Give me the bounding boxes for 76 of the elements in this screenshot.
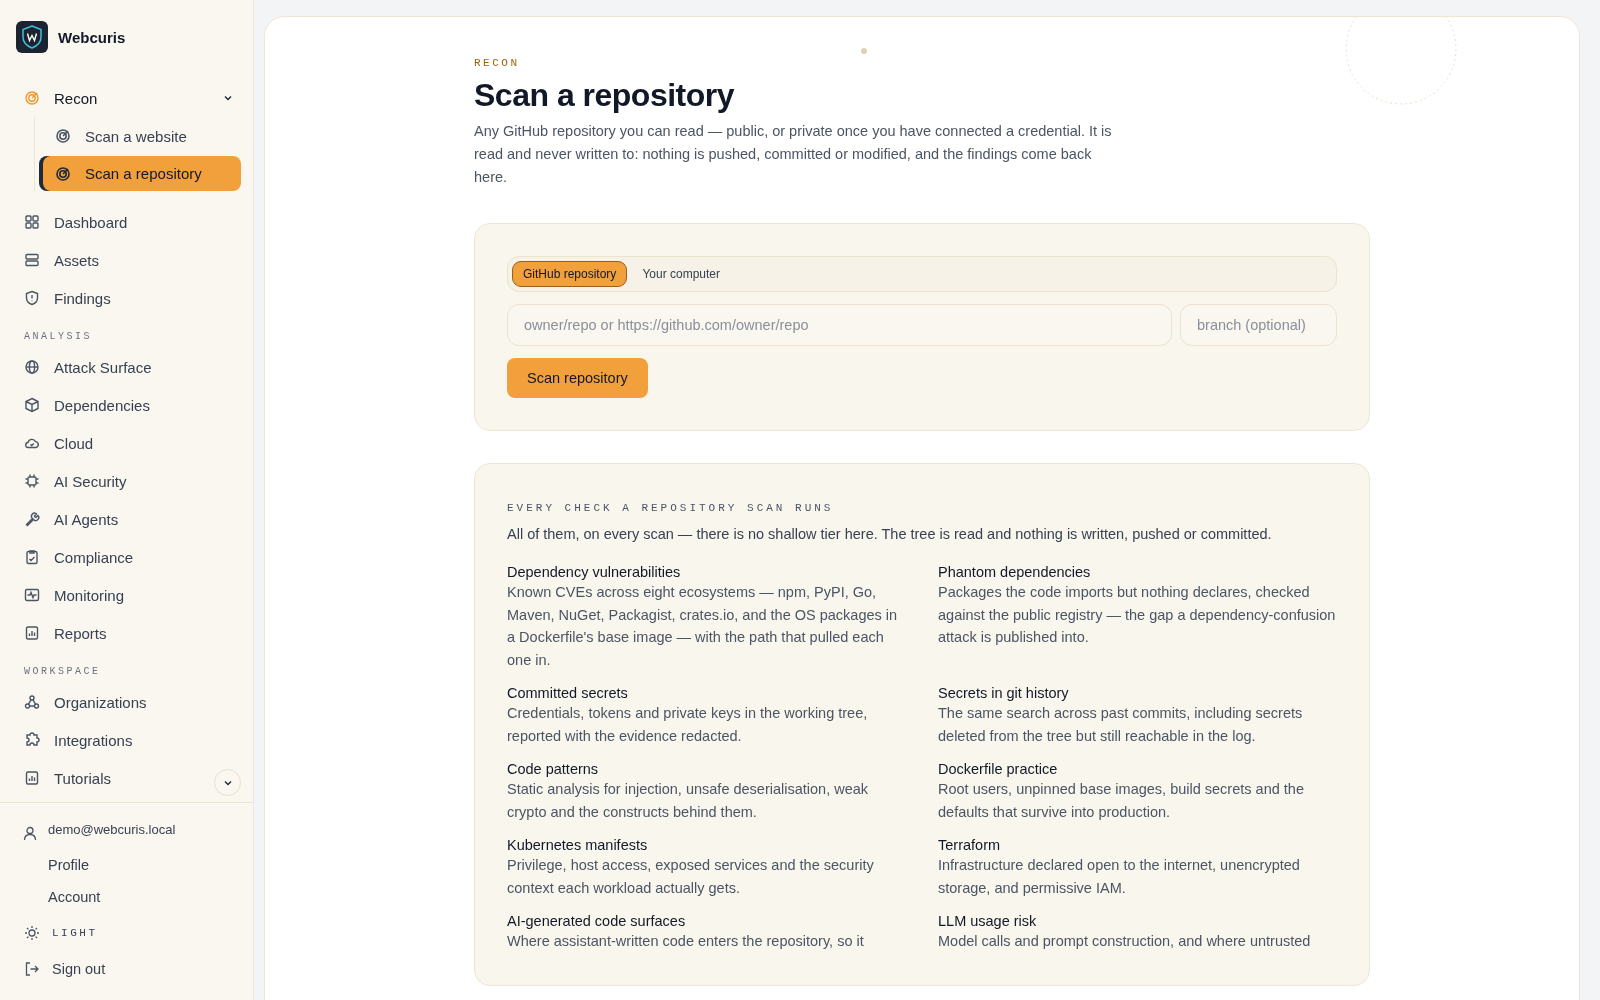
nav-item[interactable]: Cloud <box>0 424 253 462</box>
check-description: Where assistant-written code enters the repository, so it <box>507 932 865 951</box>
sun-icon <box>24 925 40 941</box>
scroll-down-button[interactable] <box>214 769 241 796</box>
section-heading: WORKSPACE <box>23 665 102 679</box>
nav-item[interactable]: Tutorials <box>0 759 253 797</box>
check-description: Root users, unpinned base images, build secrets and the defaults that survive into production. <box>938 780 1305 822</box>
check-title: Dependency vulnerabilities <box>507 564 682 580</box>
check-description: Packages the code imports but nothing declares, checked against the public registry — the gap a dependency-confusion attack is published into. <box>938 583 1337 647</box>
user-icon <box>22 825 38 841</box>
target-icon <box>55 128 71 144</box>
check-description: The same search across past commits, including secrets deleted from the tree but still reachable in the log. <box>938 704 1304 746</box>
section-heading: EVERY CHECK A REPOSITORY SCAN RUNS <box>507 502 835 514</box>
nav-item[interactable]: AI Security <box>0 462 253 500</box>
eyebrow-label: RECON <box>474 57 521 69</box>
nav-item[interactable]: Assets <box>0 241 253 279</box>
clipboard-icon <box>24 549 40 565</box>
target-icon <box>55 165 71 182</box>
check-title: Code patterns <box>507 761 600 777</box>
theme-toggle[interactable]: LIGHT <box>0 925 253 941</box>
account-link[interactable]: Account <box>0 889 253 905</box>
nodes-icon <box>24 694 40 710</box>
nav-item[interactable]: Attack Surface <box>0 348 253 386</box>
wrench-icon <box>24 511 40 527</box>
scan-button[interactable]: Scan repository <box>507 358 648 398</box>
source-tab[interactable]: GitHub repository <box>512 261 628 287</box>
account-link[interactable]: Profile <box>0 857 253 873</box>
nav-item[interactable]: Findings <box>0 279 253 317</box>
nav-item[interactable]: Scan a website <box>43 117 241 155</box>
chart-icon <box>24 625 40 641</box>
dot-icon <box>861 48 867 54</box>
branch-field[interactable]: branch (optional) <box>1180 304 1337 346</box>
check-title: Dockerfile practice <box>938 761 1059 777</box>
check-title: Kubernetes manifests <box>507 837 649 853</box>
nav-item[interactable]: Integrations <box>0 721 253 759</box>
source-tab[interactable]: Your computer <box>631 261 731 287</box>
check-description: Model calls and prompt construction, and where untrusted <box>938 932 1312 951</box>
check-title: Secrets in git history <box>938 685 1070 701</box>
target-icon <box>24 90 40 106</box>
chart-icon <box>24 770 40 786</box>
check-title: AI-generated code surfaces <box>507 913 687 929</box>
nav-item[interactable]: Compliance <box>0 538 253 576</box>
nav-item[interactable]: Dependencies <box>0 386 253 424</box>
check-title: LLM usage risk <box>938 913 1038 929</box>
check-description: Infrastructure declared open to the internet, unencrypted storage, and permissive IAM. <box>938 856 1301 898</box>
globe-icon <box>24 359 40 375</box>
nav-item[interactable]: Dashboard <box>0 203 253 241</box>
check-description: Static analysis for injection, unsafe deserialisation, weak crypto and the constructs behind them. <box>507 780 870 822</box>
repository-field[interactable]: owner/repo or https://github.com/owner/repo <box>507 304 1172 346</box>
shield-logo-icon <box>16 21 48 53</box>
check-description: Known CVEs across eight ecosystems — npm, PyPI, Go, Maven, NuGet, Packagist, crates.io, and the OS packages in a Dockerfile's base image — with the path that pulled each one in. <box>507 583 899 670</box>
account-email: demo@webcuris.local <box>48 821 176 837</box>
check-title: Committed secrets <box>507 685 629 701</box>
brand-name: Webcuris <box>58 28 126 46</box>
check-description: Privilege, host access, exposed services and the security context each workload actually gets. <box>507 856 875 898</box>
puzzle-icon <box>24 732 40 748</box>
chip-icon <box>24 473 40 489</box>
check-description: Credentials, tokens and private keys in the working tree, reported with the evidence redacted. <box>507 704 869 746</box>
box-icon <box>24 397 40 413</box>
sign-out-link[interactable]: Sign out <box>0 961 253 977</box>
server-icon <box>24 252 40 268</box>
sign-out-icon <box>24 961 40 977</box>
pulse-icon <box>24 587 40 603</box>
grid-icon <box>24 214 40 230</box>
nav-item[interactable]: Organizations <box>0 683 253 721</box>
section-heading: ANALYSIS <box>23 330 93 344</box>
check-title: Phantom dependencies <box>938 564 1092 580</box>
nav-item[interactable]: Recon <box>0 79 253 117</box>
nav-item[interactable]: Monitoring <box>0 576 253 614</box>
checks-intro: All of them, on every scan — there is no shallow tier here. The tree is read and nothing is written, pushed or committed. <box>507 526 1273 542</box>
nav-item[interactable]: AI Agents <box>0 500 253 538</box>
check-title: Terraform <box>938 837 1002 853</box>
intro-text: Any GitHub repository you can read — public, or private once you have connected a credential. It is read and never written to: nothing is pushed, committed or modified, and the findings come back here. <box>474 122 1113 187</box>
page-title: Scan a repository <box>474 77 736 114</box>
nav-item[interactable]: Reports <box>0 614 253 652</box>
shield-icon <box>24 290 40 306</box>
